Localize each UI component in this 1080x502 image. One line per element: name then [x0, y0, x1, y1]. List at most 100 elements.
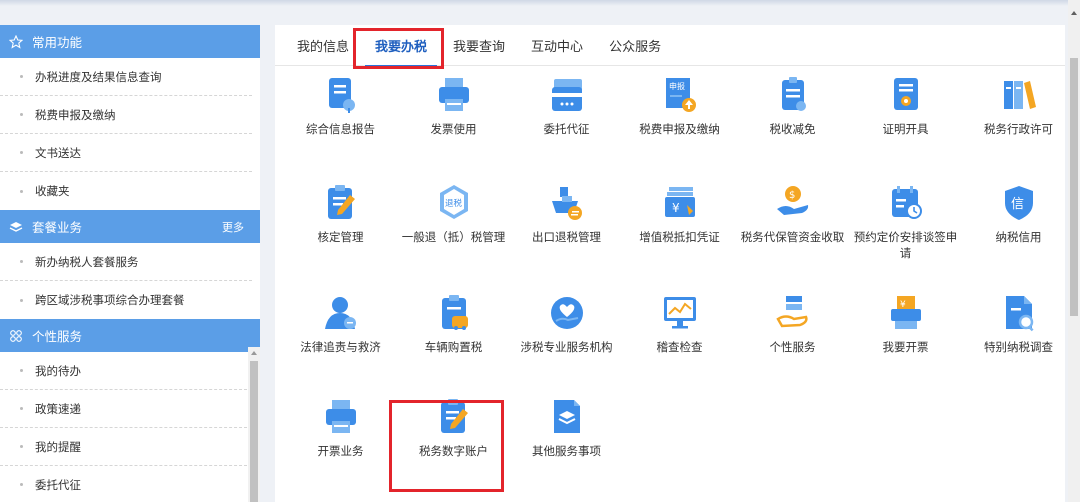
service-item[interactable]: 稽查检查: [623, 293, 736, 355]
vehicle-tax-icon: [435, 293, 473, 333]
sidebar-item-new-taxpayer-package[interactable]: 新办纳税人套餐服务: [0, 243, 252, 281]
service-item-label: 法律追责与救济: [300, 340, 381, 354]
tab-query[interactable]: 我要查询: [453, 25, 505, 66]
bullet-icon: [20, 189, 23, 193]
sidebar-item-cross-region-package[interactable]: 跨区域涉税事项综合办理套餐: [0, 281, 252, 319]
sidebar-item-entrusted-collection[interactable]: 委托代征: [0, 466, 252, 502]
svg-text:信: 信: [1011, 197, 1024, 212]
tab-interaction[interactable]: 互动中心: [531, 25, 583, 66]
highlight-box-digital-account: [389, 400, 504, 492]
service-item-label: 出口退税管理: [532, 230, 601, 244]
service-item-label: 税务代保管资金收取: [740, 230, 845, 244]
service-item[interactable]: 车辆购置税: [397, 293, 510, 355]
service-item[interactable]: 特别纳税调查: [962, 293, 1075, 355]
sidebar-section-common[interactable]: 常用功能: [0, 25, 260, 58]
service-item-label: 纳税信用: [995, 230, 1042, 244]
sidebar-item-label: 我的提醒: [35, 439, 81, 454]
tab-public-service[interactable]: 公众服务: [609, 25, 661, 66]
tab-my-info[interactable]: 我的信息: [297, 25, 349, 66]
page-scrollbar[interactable]: [1068, 0, 1080, 502]
service-item-label: 一般退（抵）税管理: [401, 230, 506, 244]
service-item[interactable]: 法律追责与救济: [284, 293, 397, 355]
invoice-register-icon: ¥: [887, 293, 925, 333]
sidebar-item-policy[interactable]: 政策速递: [0, 390, 252, 428]
service-item[interactable]: 核定管理: [284, 183, 397, 245]
sidebar-section-title: 套餐业务: [32, 220, 83, 235]
service-item[interactable]: 税务行政许可: [962, 75, 1075, 137]
service-item[interactable]: 其他服务事项: [510, 397, 623, 459]
ship-icon: [548, 183, 586, 223]
heart-hand-icon: [548, 293, 586, 333]
binders-icon: [1000, 75, 1038, 115]
service-item-label: 特别纳税调查: [984, 340, 1053, 354]
service-item-label: 预约定价安排谈签申请: [853, 230, 958, 260]
card-icon: [548, 75, 586, 115]
service-item[interactable]: 申报 税费申报及缴纳: [623, 75, 736, 137]
sidebar-section-title: 常用功能: [32, 35, 83, 50]
service-item-label: 税收减免: [769, 122, 816, 136]
service-item-label: 其他服务事项: [532, 444, 601, 458]
svg-text:退税: 退税: [445, 198, 463, 209]
bullet-icon: [20, 75, 23, 78]
service-item[interactable]: 委托代征: [510, 75, 623, 137]
sidebar-section-packages[interactable]: 套餐业务 更多: [0, 210, 260, 243]
service-item[interactable]: ¥ 我要开票: [849, 293, 962, 355]
service-item-label: 委托代征: [543, 122, 590, 136]
refund-icon: 退税: [435, 183, 473, 223]
bullet-icon: [20, 260, 23, 263]
sidebar-item-label: 收藏夹: [35, 184, 70, 198]
service-item-label: 我要开票: [882, 340, 929, 354]
service-item[interactable]: 预约定价安排谈签申请: [849, 183, 962, 261]
yen-voucher-icon: ¥: [661, 183, 699, 223]
printer-icon: [322, 397, 360, 437]
declare-upload-icon: 申报: [661, 75, 699, 115]
service-item[interactable]: 信纳税信用: [962, 183, 1075, 245]
service-item[interactable]: 综合信息报告: [284, 75, 397, 137]
sidebar-scroll-thumb[interactable]: [250, 361, 258, 502]
tax-reduction-icon: [774, 75, 812, 115]
service-item[interactable]: ¥ 增值税抵扣凭证: [623, 183, 736, 245]
calendar-clock-icon: [887, 183, 925, 223]
sidebar-item-reminders[interactable]: 我的提醒: [0, 428, 252, 466]
sidebar-scrollbar[interactable]: [248, 347, 260, 502]
monitor-chart-icon: [661, 293, 699, 333]
sidebar-item-label: 税费申报及缴纳: [35, 107, 116, 122]
svg-text:$: $: [789, 190, 795, 201]
bullet-icon: [20, 298, 23, 302]
sidebar-item-favorites[interactable]: 收藏夹: [0, 172, 252, 210]
more-link[interactable]: 更多: [222, 219, 244, 235]
sidebar-item-label: 我的待办: [35, 363, 81, 378]
sidebar-item-progress-query[interactable]: 办税进度及结果信息查询: [0, 58, 252, 96]
service-item[interactable]: 发票使用: [397, 75, 510, 137]
sidebar-item-label: 跨区域涉税事项综合办理套餐: [35, 293, 185, 307]
service-item[interactable]: 税收减免: [736, 75, 849, 137]
sidebar-item-label: 政策速递: [35, 401, 81, 416]
service-item[interactable]: 退税一般退（抵）税管理: [397, 183, 510, 245]
service-item[interactable]: 个性服务: [736, 293, 849, 355]
sidebar-item-todo[interactable]: 我的待办: [0, 352, 252, 390]
service-item-label: 税务行政许可: [984, 122, 1053, 136]
service-item[interactable]: 证明开具: [849, 75, 962, 137]
sidebar-item-label: 新办纳税人套餐服务: [35, 254, 139, 269]
service-item[interactable]: 出口退税管理: [510, 183, 623, 245]
service-item[interactable]: 涉税专业服务机构: [510, 293, 623, 355]
sidebar-section-personal[interactable]: 个性服务: [0, 319, 260, 352]
bullet-icon: [20, 151, 23, 154]
main-panel: 我的信息 我要办税 我要查询 互动中心 公众服务 综合信息报告 发票使用 委托代征申…: [275, 25, 1065, 502]
scroll-up-arrow-icon[interactable]: [1071, 11, 1077, 15]
service-item-label: 综合信息报告: [306, 122, 375, 136]
service-item[interactable]: $ 税务代保管资金收取: [736, 183, 849, 245]
service-item-label: 稽查检查: [656, 340, 703, 354]
sidebar-item-document-delivery[interactable]: 文书送达: [0, 134, 252, 172]
scroll-up-arrow-icon[interactable]: [251, 351, 257, 355]
edit-clipboard-icon: [322, 183, 360, 223]
sidebar-item-tax-declare[interactable]: 税费申报及缴纳: [0, 96, 252, 134]
sidebar-item-label: 委托代征: [35, 477, 81, 492]
page-scroll-thumb[interactable]: [1070, 58, 1078, 316]
service-item-label: 发票使用: [430, 122, 477, 136]
sidebar: 常用功能 办税进度及结果信息查询 税费申报及缴纳 文书送达 收藏夹 套餐业务 更…: [0, 25, 260, 502]
service-item[interactable]: 开票业务: [284, 397, 397, 459]
layers-icon: [8, 219, 24, 235]
service-item-label: 税费申报及缴纳: [639, 122, 720, 136]
printer-icon: [435, 75, 473, 115]
